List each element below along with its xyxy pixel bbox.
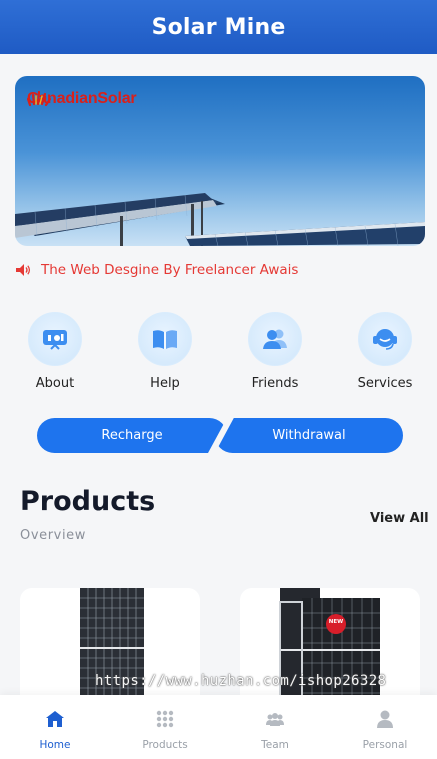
sun-logo-icon bbox=[27, 90, 51, 107]
quick-link-label: Help bbox=[150, 376, 180, 391]
solar-panel-image bbox=[279, 588, 380, 708]
home-icon bbox=[46, 711, 64, 727]
quick-link-icon-bg bbox=[138, 312, 192, 366]
team-icon bbox=[266, 713, 284, 726]
quick-link-icon-bg bbox=[28, 312, 82, 366]
person-icon bbox=[377, 710, 393, 728]
quick-link-label: Friends bbox=[251, 376, 299, 391]
grid-icon bbox=[156, 710, 174, 728]
tab-team[interactable]: Team bbox=[220, 695, 330, 759]
product-card[interactable]: NEW bbox=[240, 588, 420, 708]
presentation-icon bbox=[43, 330, 67, 350]
quick-link-label: About bbox=[35, 376, 75, 391]
section-subtitle: Overview bbox=[20, 528, 87, 543]
users-icon bbox=[263, 329, 287, 349]
quick-link-icon-bg bbox=[248, 312, 302, 366]
view-all-link[interactable]: View All bbox=[370, 511, 429, 526]
product-card[interactable] bbox=[20, 588, 200, 708]
hero-banner[interactable]: CanadianSolar bbox=[15, 76, 425, 246]
notice-bar: The Web Desgine By Freelancer Awais bbox=[15, 262, 298, 278]
bottom-tab-bar: Home Products Team Personal bbox=[0, 695, 437, 759]
action-bar: Recharge Withdrawal bbox=[37, 418, 403, 453]
notice-text: The Web Desgine By Freelancer Awais bbox=[41, 262, 299, 278]
tab-label: Home bbox=[39, 739, 71, 751]
watermark-text: https://www.huzhan.com/ishop26328 bbox=[95, 673, 387, 689]
quick-link-friends[interactable]: Friends bbox=[235, 312, 315, 391]
page-title: Solar Mine bbox=[151, 14, 286, 40]
recharge-button[interactable]: Recharge bbox=[37, 418, 227, 453]
tab-label: Personal bbox=[362, 739, 408, 751]
quick-link-services[interactable]: Services bbox=[345, 312, 425, 391]
tab-home[interactable]: Home bbox=[0, 695, 110, 759]
speaker-icon bbox=[16, 264, 30, 276]
tab-products[interactable]: Products bbox=[110, 695, 220, 759]
solar-panel-image bbox=[80, 588, 144, 708]
book-icon bbox=[153, 330, 177, 349]
withdrawal-button[interactable]: Withdrawal bbox=[215, 418, 403, 453]
quick-link-help[interactable]: Help bbox=[125, 312, 205, 391]
tab-label: Team bbox=[261, 739, 289, 751]
brand-logo: CanadianSolar bbox=[27, 90, 137, 108]
quick-link-icon-bg bbox=[358, 312, 412, 366]
headset-icon bbox=[373, 329, 397, 350]
tab-personal[interactable]: Personal bbox=[330, 695, 437, 759]
quick-link-about[interactable]: About bbox=[15, 312, 95, 391]
quick-link-label: Services bbox=[357, 376, 413, 391]
tab-label: Products bbox=[142, 739, 188, 751]
new-badge: NEW bbox=[328, 619, 344, 625]
app-header: Solar Mine bbox=[0, 0, 437, 54]
section-title: Products bbox=[20, 486, 156, 517]
